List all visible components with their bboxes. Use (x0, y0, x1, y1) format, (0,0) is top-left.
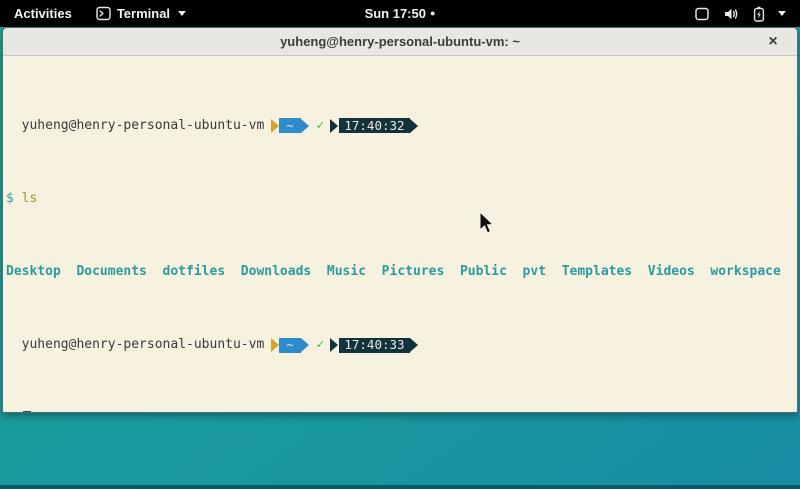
space (14, 411, 22, 413)
command-line: $ ls (6, 192, 794, 207)
prompt-symbol: $ (6, 191, 14, 206)
powerline-arrow-icon (410, 119, 418, 133)
powerline-arrow-icon (301, 119, 309, 133)
clock-button[interactable]: Sun 17:50 ● (365, 6, 436, 21)
volume-icon (723, 7, 740, 21)
ls-output: Desktop Documents dotfiles Downloads Mus… (6, 265, 794, 280)
chevron-down-icon (178, 11, 186, 16)
prompt-symbol: $ (6, 411, 14, 413)
app-menu-terminal[interactable]: Terminal (86, 0, 196, 27)
prompt-line: yuheng@henry-personal-ubuntu-vm ~ ✓ 17:4… (6, 118, 794, 133)
terminal-icon (96, 6, 111, 21)
terminal-content[interactable]: yuheng@henry-personal-ubuntu-vm ~ ✓ 17:4… (3, 56, 797, 413)
text-cursor (23, 411, 31, 413)
powerline-arrow-icon (330, 119, 338, 133)
clock-label: Sun 17:50 (365, 6, 426, 21)
prompt-time-segment: 17:40:32 (339, 118, 409, 133)
indent (6, 119, 22, 134)
screen-icon (694, 7, 710, 21)
space (14, 191, 22, 206)
prompt-cwd-segment: ~ (279, 338, 300, 353)
prompt-cwd-segment: ~ (279, 118, 300, 133)
powerline-arrow-icon (301, 338, 309, 352)
terminal-window: yuheng@henry-personal-ubuntu-vm: ~ × yuh… (2, 27, 798, 413)
battery-charging-icon (753, 6, 765, 22)
input-line[interactable]: $ (6, 411, 794, 413)
window-title: yuheng@henry-personal-ubuntu-vm: ~ (280, 34, 520, 49)
prompt-user-host: yuheng@henry-personal-ubuntu-vm (22, 338, 265, 353)
status-check-icon: ✓ (317, 338, 325, 353)
system-status-area[interactable] (680, 0, 800, 27)
close-button[interactable]: × (763, 32, 783, 52)
chevron-down-icon (778, 11, 786, 16)
top-bar: Activities Terminal Sun 17:50 ● (0, 0, 800, 27)
powerline-arrow-icon (271, 338, 279, 352)
notification-dot: ● (430, 8, 435, 18)
activities-button[interactable]: Activities (0, 0, 86, 27)
powerline-arrow-icon (330, 338, 338, 352)
prompt-time-segment: 17:40:33 (339, 338, 409, 353)
prompt-line: yuheng@henry-personal-ubuntu-vm ~ ✓ 17:4… (6, 338, 794, 353)
indent (6, 338, 22, 353)
window-titlebar[interactable]: yuheng@henry-personal-ubuntu-vm: ~ × (3, 28, 797, 56)
powerline-arrow-icon (271, 119, 279, 133)
status-check-icon: ✓ (317, 119, 325, 134)
powerline-arrow-icon (410, 338, 418, 352)
app-menu-label: Terminal (117, 6, 170, 21)
typed-command: ls (22, 191, 38, 206)
prompt-user-host: yuheng@henry-personal-ubuntu-vm (22, 119, 265, 134)
